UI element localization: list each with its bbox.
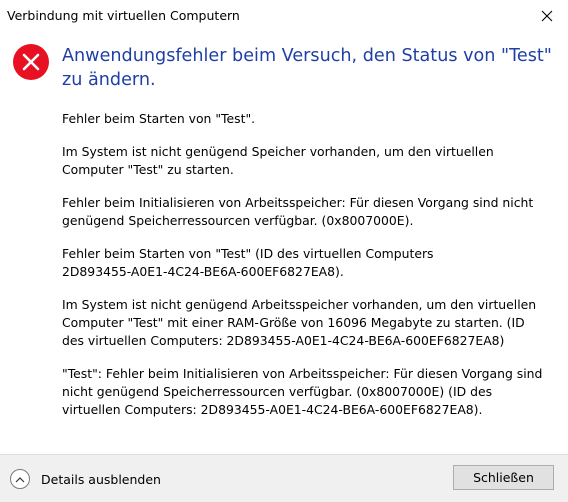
message-paragraph: Fehler beim Starten von "Test" (ID des v… xyxy=(62,246,434,279)
chevron-up-icon xyxy=(10,469,30,489)
error-icon xyxy=(13,44,49,80)
message-paragraph: "Test": Fehler beim Initialisieren von A… xyxy=(62,366,543,417)
error-details: Fehler beim Starten von "Test". Im Syste… xyxy=(62,110,562,434)
message-paragraph: Im System ist nicht genügend Arbeitsspei… xyxy=(62,297,537,348)
error-heading: Anwendungsfehler beim Versuch, den Statu… xyxy=(62,46,552,90)
toggle-details-button[interactable]: Details ausblenden xyxy=(10,467,161,491)
close-window-button[interactable] xyxy=(532,2,562,30)
title-bar: Verbindung mit virtuellen Computern xyxy=(0,0,568,30)
close-button[interactable]: Schließen xyxy=(453,465,554,490)
details-toggle-label: Details ausblenden xyxy=(41,471,161,487)
message-paragraph: Fehler beim Starten von "Test". xyxy=(62,111,256,126)
message-paragraph: Fehler beim Initialisieren von Arbeitssp… xyxy=(62,195,534,228)
dialog-footer: Details ausblenden Schließen xyxy=(0,454,568,502)
close-icon xyxy=(541,10,553,22)
error-dialog: Verbindung mit virtuellen Computern Anwe… xyxy=(0,0,568,502)
message-paragraph: Im System ist nicht genügend Speicher vo… xyxy=(62,144,494,177)
window-title: Verbindung mit virtuellen Computern xyxy=(7,8,240,23)
